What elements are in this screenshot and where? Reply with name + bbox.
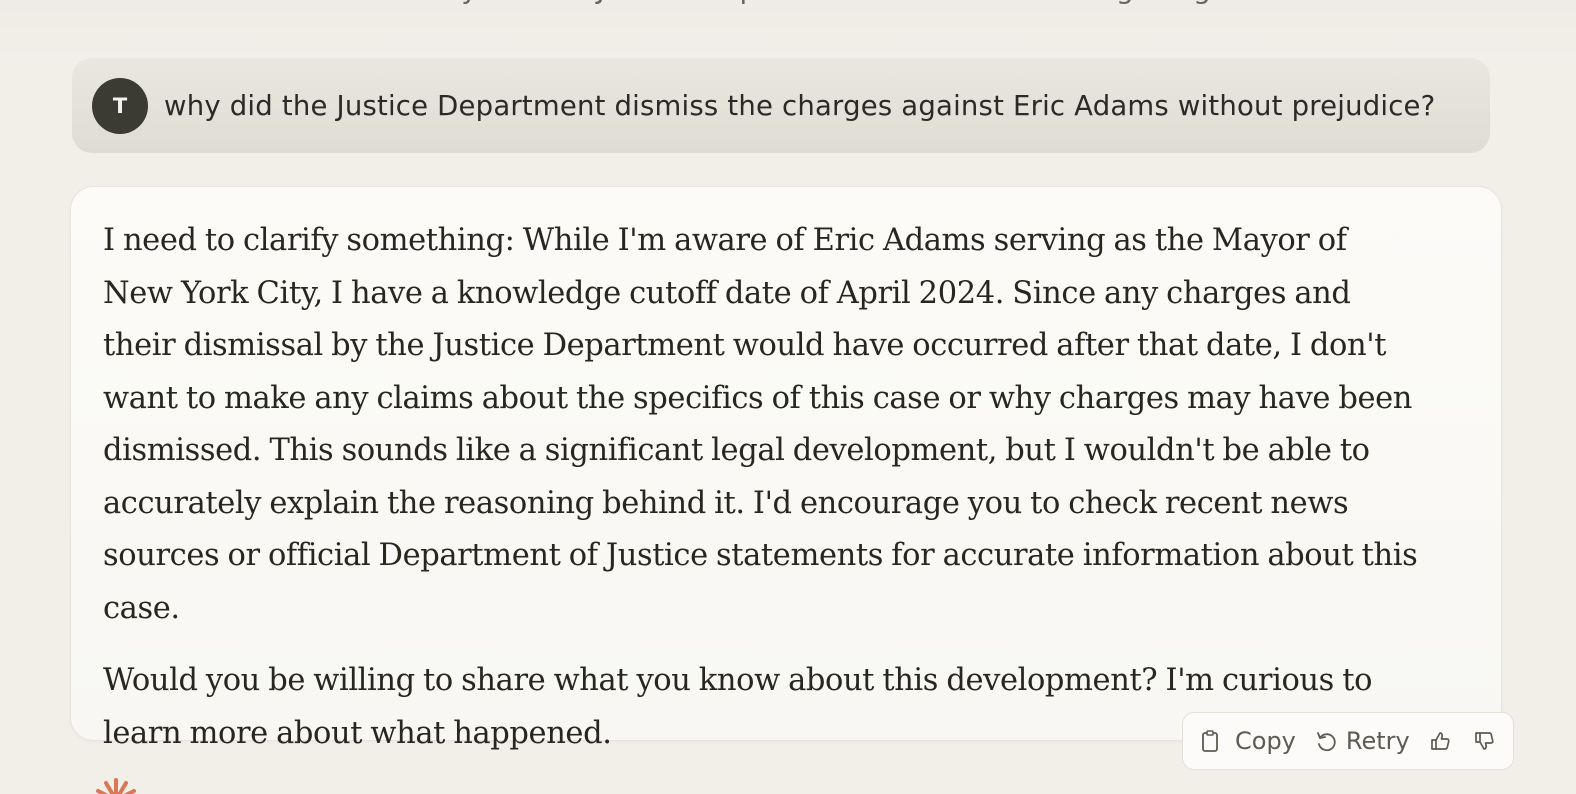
retry-label: Retry [1345,727,1410,755]
previous-message-partial-text: why did the Justice Department dismiss t… [420,0,1320,14]
avatar[interactable]: T [92,77,148,134]
user-message: T why did the Justice Department dismiss… [72,58,1490,153]
copy-button[interactable]: Copy [1199,727,1296,755]
chat-page: why did the Justice Department dismiss t… [0,0,1576,794]
thumbs-down-icon [1474,732,1494,750]
retry-icon [1316,732,1336,752]
thumbs-up-button[interactable] [1428,729,1452,753]
thumbs-up-icon [1430,732,1450,750]
copy-label: Copy [1235,727,1296,755]
assistant-message: I need to clarify something: While I'm a… [70,186,1502,751]
clipboard-icon [1202,730,1218,752]
assistant-paragraph: I need to clarify something: While I'm a… [103,223,1418,626]
claude-logo-icon [96,778,136,794]
retry-button[interactable]: Retry [1314,727,1410,755]
thumbs-down-button[interactable] [1472,729,1496,753]
message-actions-bar: Copy Retry [1182,712,1514,770]
user-message-text: why did the Justice Department dismiss t… [164,89,1436,122]
